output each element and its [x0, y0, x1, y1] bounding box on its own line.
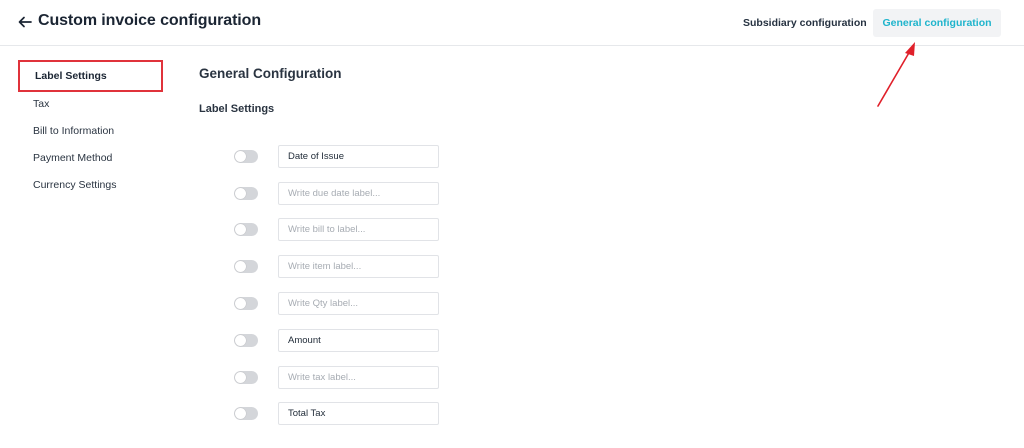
back-button[interactable]	[16, 13, 34, 31]
label-settings-list	[234, 138, 439, 432]
bill-to-label-field[interactable]	[278, 218, 439, 242]
label-row-bill-to	[234, 212, 439, 249]
label-row-tax	[234, 359, 439, 396]
label-toggle[interactable]	[234, 297, 258, 311]
sidebar-item-payment-method[interactable]: Payment Method	[18, 144, 168, 171]
label-row-item	[234, 248, 439, 285]
label-toggle[interactable]	[234, 260, 258, 274]
tab-general-configuration[interactable]: General configuration	[873, 9, 1001, 37]
date-of-issue-label-field[interactable]	[278, 144, 439, 168]
subsection-title: Label Settings	[199, 103, 275, 115]
amount-label-field[interactable]	[278, 328, 439, 352]
label-row-due-date	[234, 175, 439, 212]
section-title: General Configuration	[199, 66, 342, 81]
label-row-qty	[234, 285, 439, 322]
label-toggle[interactable]	[234, 370, 258, 384]
qty-label-field[interactable]	[278, 292, 439, 316]
tab-subsidiary-configuration[interactable]: Subsidiary configuration	[730, 9, 880, 37]
sidebar-item-label-settings[interactable]: Label Settings	[18, 60, 163, 92]
due-date-label-field[interactable]	[278, 181, 439, 205]
label-toggle[interactable]	[234, 186, 258, 200]
settings-sidebar: Label Settings Tax Bill to Information P…	[18, 60, 168, 198]
top-bar: Custom invoice configuration Subsidiary …	[0, 0, 1024, 46]
tax-label-field[interactable]	[278, 365, 439, 389]
sidebar-item-bill-to-information[interactable]: Bill to Information	[18, 117, 168, 144]
main-content: General Configuration Label Settings	[199, 66, 979, 426]
label-row-amount	[234, 322, 439, 359]
item-label-field[interactable]	[278, 255, 439, 279]
label-toggle[interactable]	[234, 407, 258, 421]
page-title: Custom invoice configuration	[38, 12, 261, 29]
sidebar-item-tax[interactable]: Tax	[18, 90, 168, 117]
label-toggle[interactable]	[234, 149, 258, 163]
label-toggle[interactable]	[234, 223, 258, 237]
total-tax-label-field[interactable]	[278, 402, 439, 426]
label-toggle[interactable]	[234, 333, 258, 347]
sidebar-item-currency-settings[interactable]: Currency Settings	[18, 171, 168, 198]
arrow-left-icon	[18, 16, 32, 28]
label-row-total-tax	[234, 396, 439, 433]
label-row-date-of-issue	[234, 138, 439, 175]
